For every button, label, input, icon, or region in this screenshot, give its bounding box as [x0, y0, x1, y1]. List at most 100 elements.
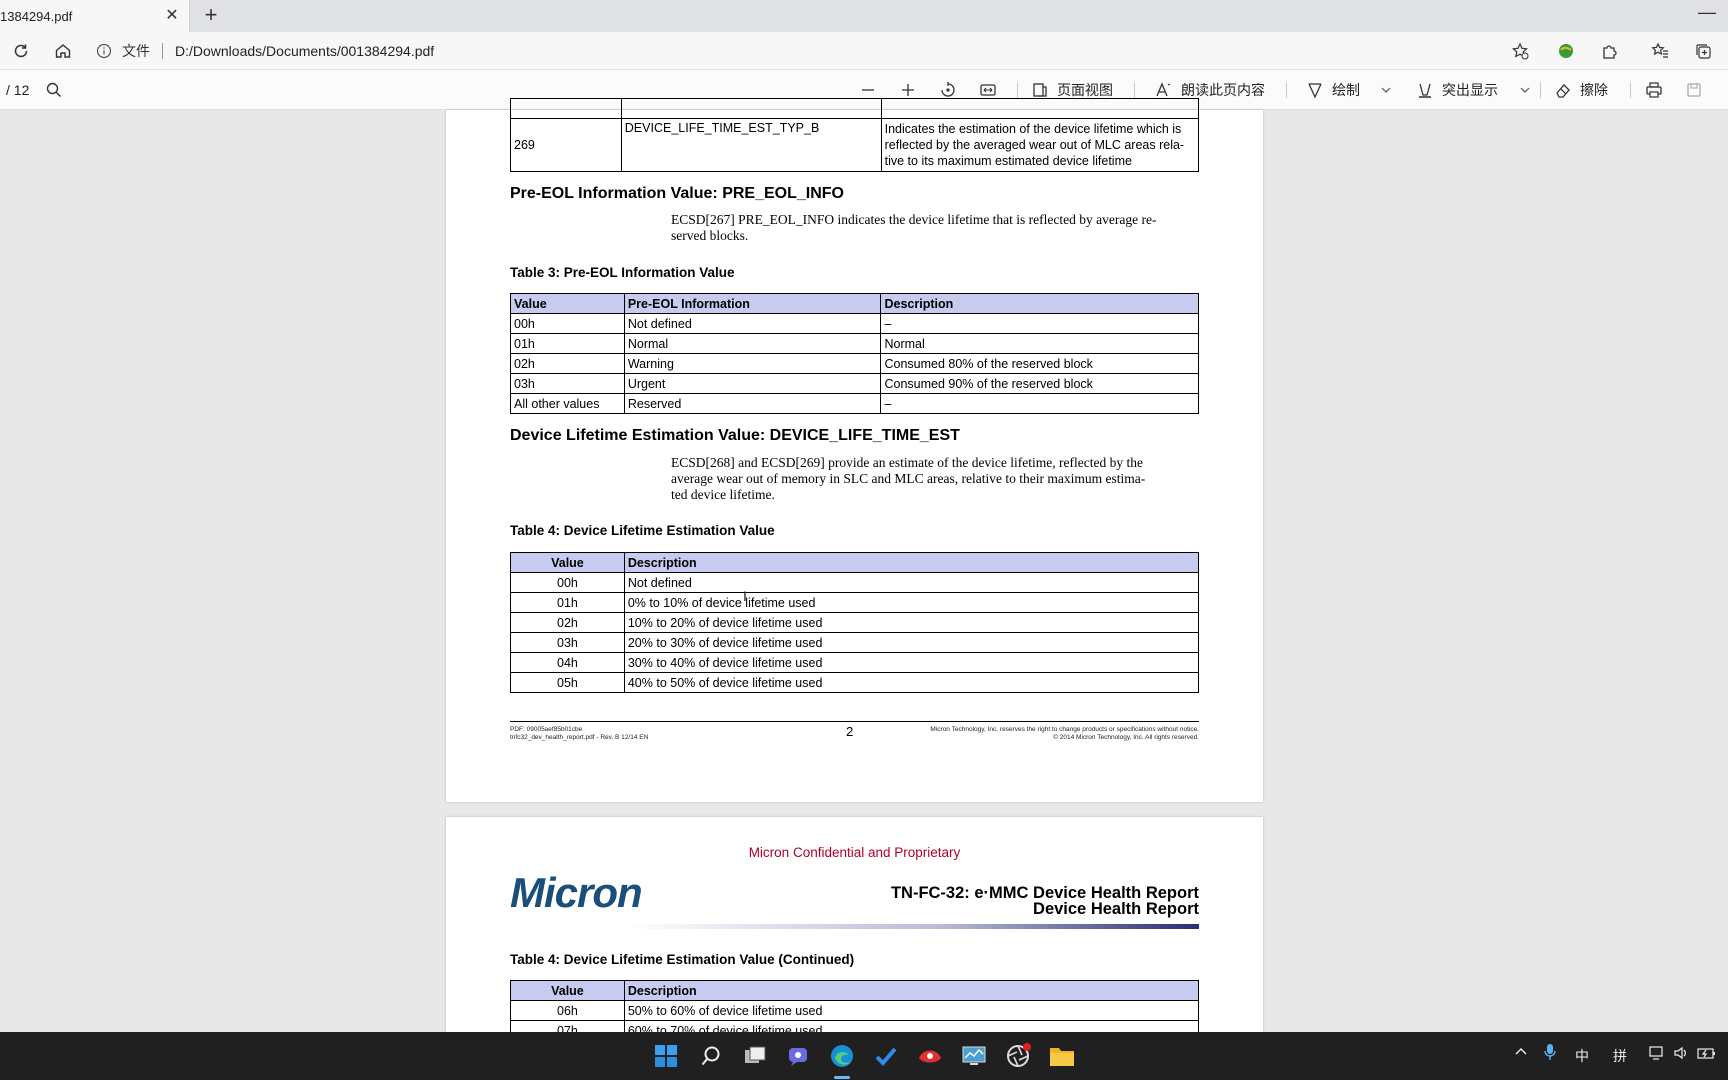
page-count-text: / 12 — [6, 82, 30, 98]
document-title: TN-FC-32: e·MMC Device Health Report Dev… — [890, 884, 1199, 918]
battery-button[interactable] — [1697, 1045, 1717, 1064]
tab-pdf[interactable]: 1384294.pdf ✕ — [0, 0, 190, 32]
network-button[interactable] — [1649, 1045, 1665, 1064]
microphone-button[interactable] — [1543, 1043, 1557, 1064]
taskbar-search-button[interactable] — [697, 1042, 725, 1070]
ime-mode-button[interactable]: 拼 — [1613, 1046, 1627, 1066]
para-line: average wear out of memory in SLC and ML… — [671, 471, 1146, 486]
table-cell: 00h — [510, 313, 625, 334]
table-cell — [510, 98, 622, 119]
toolbar-divider — [1134, 82, 1135, 98]
toolbar-divider — [1630, 82, 1631, 98]
save-button[interactable] — [1685, 70, 1703, 110]
erase-button[interactable]: 擦除 — [1554, 70, 1608, 110]
draw-button[interactable]: 绘制 — [1306, 70, 1360, 110]
windows-start-icon — [655, 1045, 677, 1067]
minimize-window-button[interactable]: — — [1692, 2, 1722, 30]
table-cell: Not defined — [623, 572, 1200, 593]
collections-icon — [1696, 44, 1711, 59]
page-view-label: 页面视图 — [1057, 82, 1113, 98]
table-row: 04h 30% to 40% of device lifetime used — [510, 652, 1200, 673]
edge-taskbar-button[interactable] — [828, 1042, 856, 1079]
refresh-icon — [14, 44, 28, 58]
new-tab-button[interactable]: + — [198, 4, 224, 28]
file-explorer-taskbar-button[interactable] — [1048, 1042, 1076, 1070]
paragraph-pre-eol: ECSD[267] PRE_EOL_INFO indicates the dev… — [671, 212, 1156, 244]
home-button[interactable] — [50, 38, 76, 64]
start-button[interactable] — [652, 1042, 680, 1070]
footer-filename: tnfc32_dev_health_report.pdf - Rev. B 12… — [510, 734, 649, 741]
table-cell: 30% to 40% of device lifetime used — [623, 652, 1200, 673]
collections-button[interactable] — [1692, 40, 1714, 62]
table-cell: 20% to 30% of device lifetime used — [623, 632, 1200, 653]
footer-copyright: © 2014 Micron Technology, Inc. All right… — [1053, 734, 1199, 741]
table-cell: All other values — [510, 393, 625, 414]
table4-lifetime: Value Description 00h Not defined 01h 0% t… — [510, 552, 1200, 693]
table3-pre-eol: Value Pre-EOL Information Description 00… — [510, 293, 1199, 414]
chrome-style-taskbar-button[interactable] — [1004, 1042, 1032, 1070]
table-header-row: Value Pre-EOL Information Description — [510, 293, 1199, 314]
table-row: All other values Reserved – — [510, 393, 1199, 414]
close-tab-icon[interactable]: ✕ — [163, 7, 181, 25]
table-row: 269 DEVICE_LIFE_TIME_EST_TYP_B Indicates… — [510, 118, 1200, 172]
read-aloud-label: 朗读此页内容 — [1181, 82, 1265, 98]
para-line: ted device lifetime. — [671, 487, 775, 502]
teams-chat-button[interactable] — [784, 1042, 812, 1070]
table4-continued-caption: Table 4: Device Lifetime Estimation Valu… — [510, 952, 855, 967]
url-field[interactable]: 文件 D:/Downloads/Documents/001384294.pdf — [96, 36, 1496, 66]
todo-taskbar-button[interactable] — [872, 1042, 900, 1070]
red-app-icon — [919, 1050, 941, 1063]
chevron-down-icon — [1520, 87, 1530, 93]
tray-overflow-button[interactable] — [1514, 1044, 1528, 1061]
footer-rule — [510, 721, 1199, 722]
confidential-notice: Micron Confidential and Proprietary — [748, 845, 961, 860]
url-text: D:/Downloads/Documents/001384294.pdf — [175, 43, 435, 59]
task-view-button[interactable] — [741, 1042, 769, 1070]
footer-left: PDF: 09005aef85b01cbe tnfc32_dev_health_… — [510, 726, 648, 742]
tab-strip: 1384294.pdf ✕ + — — [0, 0, 1728, 32]
add-favorite-button[interactable] — [1509, 40, 1531, 62]
table-row: 03h 20% to 30% of device lifetime used — [510, 632, 1200, 653]
table-cell: 04h — [510, 652, 625, 673]
table-cell: 01h — [510, 333, 625, 354]
info-icon — [96, 43, 112, 59]
highlighter-icon — [1419, 83, 1431, 98]
ime-language-button[interactable]: 中 — [1575, 1046, 1589, 1066]
draw-label: 绘制 — [1332, 82, 1360, 98]
edge-browser-icon — [831, 1045, 853, 1067]
highlight-dropdown[interactable] — [1519, 70, 1531, 110]
fit-width-icon — [980, 84, 996, 96]
draw-dropdown[interactable] — [1380, 70, 1392, 110]
taskbar: 中 拼 — [0, 1032, 1728, 1080]
table-row: 06h 50% to 60% of device lifetime used — [510, 1000, 1200, 1021]
table-header-row: Value Description — [510, 552, 1200, 573]
app-taskbar-button[interactable] — [916, 1042, 944, 1070]
table-row: 05h 40% to 50% of device lifetime used — [510, 672, 1200, 693]
read-aloud-icon — [1156, 82, 1171, 97]
doc-title-line: TN-FC-32: e·MMC Device Health Report — [890, 884, 1199, 902]
table-row: 00h Not defined – — [510, 313, 1199, 334]
monitor-app-taskbar-button[interactable] — [960, 1042, 988, 1070]
table4-caption: Table 4: Device Lifetime Estimation Valu… — [510, 523, 775, 538]
network-icon — [1649, 1046, 1663, 1060]
volume-button[interactable] — [1673, 1045, 1689, 1064]
doc-subtitle-line: Device Health Report — [1033, 900, 1199, 918]
search-icon — [46, 82, 61, 97]
refresh-button[interactable] — [8, 38, 34, 64]
tab-title: 1384294.pdf — [0, 8, 73, 24]
highlight-button[interactable]: 突出显示 — [1416, 70, 1498, 110]
extensions-button[interactable] — [1599, 40, 1621, 62]
column-header: Description — [623, 980, 1200, 1001]
favorites-button[interactable] — [1649, 40, 1671, 62]
footer-right: Micron Technology, Inc. reserves the rig… — [930, 726, 1199, 742]
extension-button[interactable] — [1555, 40, 1577, 62]
minus-icon — [862, 89, 874, 91]
monitor-app-icon — [962, 1046, 986, 1065]
home-icon — [55, 44, 71, 58]
search-button[interactable] — [46, 70, 62, 110]
print-button[interactable] — [1645, 70, 1663, 110]
table-cell: 05h — [510, 672, 625, 693]
page-counter[interactable]: / 12 — [6, 70, 29, 110]
table-row: 00h Not defined — [510, 572, 1200, 593]
table-cell: 50% to 60% of device lifetime used — [623, 1000, 1200, 1021]
